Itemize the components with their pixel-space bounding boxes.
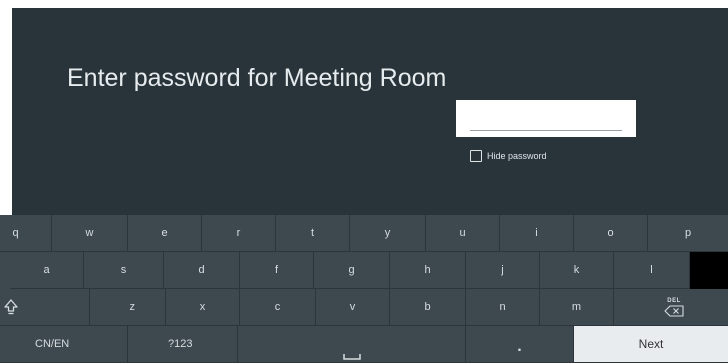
key-u[interactable]: u <box>426 215 500 252</box>
password-input[interactable] <box>470 106 622 131</box>
page-title: Enter password for Meeting Room <box>67 64 447 92</box>
keyboard-edge <box>690 252 728 289</box>
space-icon <box>342 354 361 360</box>
delete-label: DEL <box>667 297 681 304</box>
key-s[interactable]: s <box>84 252 164 289</box>
key-l[interactable]: l <box>614 252 690 289</box>
next-button[interactable]: Next <box>574 326 728 363</box>
key-p[interactable]: p <box>648 215 728 252</box>
key-y[interactable]: y <box>350 215 426 252</box>
shift-key[interactable] <box>0 289 90 326</box>
key-i[interactable]: i <box>500 215 574 252</box>
checkbox-icon[interactable] <box>470 150 482 162</box>
key-z[interactable]: z <box>90 289 166 326</box>
symbols-key[interactable]: ?123 <box>128 326 238 363</box>
delete-key[interactable]: DEL <box>614 289 728 326</box>
key-a[interactable]: a <box>10 252 84 289</box>
hide-password-checkbox[interactable]: Hide password <box>470 150 547 162</box>
keyboard-row-2: a s d f g h j k l <box>0 252 728 289</box>
key-e[interactable]: e <box>128 215 202 252</box>
on-screen-keyboard: q w e r t y u i o p a s d f g h j k l z … <box>0 215 728 363</box>
key-r[interactable]: r <box>202 215 276 252</box>
hide-password-label: Hide password <box>487 151 547 161</box>
key-f[interactable]: f <box>240 252 314 289</box>
password-field-container[interactable] <box>456 100 636 137</box>
key-o[interactable]: o <box>574 215 648 252</box>
key-w[interactable]: w <box>52 215 128 252</box>
space-key[interactable] <box>238 326 466 363</box>
key-q[interactable]: q <box>0 215 52 252</box>
period-key[interactable]: . <box>466 326 574 363</box>
keyboard-row-3: z x c v b n m DEL <box>0 289 728 326</box>
key-b[interactable]: b <box>390 289 466 326</box>
key-j[interactable]: j <box>466 252 540 289</box>
key-h[interactable]: h <box>390 252 466 289</box>
key-n[interactable]: n <box>466 289 540 326</box>
key-t[interactable]: t <box>276 215 350 252</box>
key-k[interactable]: k <box>540 252 614 289</box>
backspace-icon <box>664 304 684 317</box>
keyboard-row-1: q w e r t y u i o p <box>0 215 728 252</box>
key-m[interactable]: m <box>540 289 614 326</box>
key-x[interactable]: x <box>166 289 240 326</box>
shift-icon <box>3 299 18 315</box>
key-c[interactable]: c <box>240 289 316 326</box>
key-d[interactable]: d <box>164 252 240 289</box>
key-v[interactable]: v <box>316 289 390 326</box>
key-g[interactable]: g <box>314 252 390 289</box>
keyboard-row-4: CN/EN ?123 . Next <box>0 326 728 363</box>
language-switch-key[interactable]: CN/EN <box>0 326 128 363</box>
